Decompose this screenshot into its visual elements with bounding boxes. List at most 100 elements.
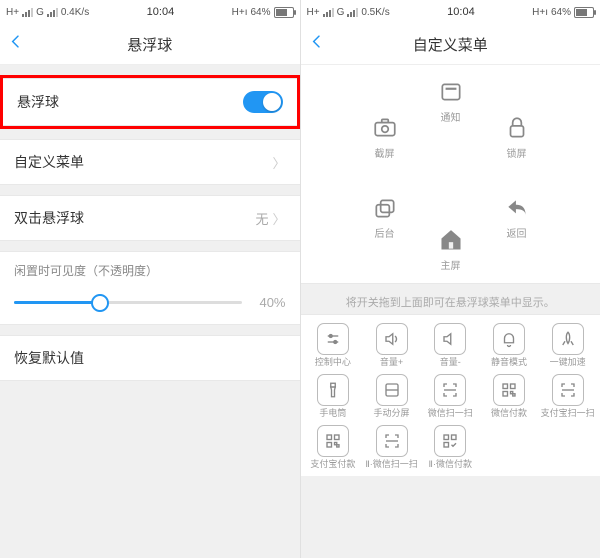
grid-label: 支付宝付款 bbox=[310, 460, 355, 470]
status-bar: H+ G 0.5K/s 10:04 H+ı 64% bbox=[301, 0, 600, 24]
signal2-icon bbox=[47, 7, 58, 17]
radial-item-home[interactable]: 主屏 bbox=[427, 225, 475, 272]
grid-label: 一键加速 bbox=[550, 358, 586, 368]
qr-scan-icon bbox=[376, 425, 408, 457]
toggle-row-floatball[interactable]: 悬浮球 bbox=[3, 79, 297, 125]
radial-item-lock[interactable]: 锁屏 bbox=[493, 113, 541, 160]
radial-item-back[interactable]: 返回 bbox=[493, 193, 541, 240]
grid-item[interactable]: Ⅱ·微信扫一扫 bbox=[363, 425, 420, 470]
grid-label: 手动分屏 bbox=[374, 409, 410, 419]
radial-item-notify[interactable]: 通知 bbox=[427, 77, 475, 124]
back-button[interactable] bbox=[8, 34, 24, 55]
back-button[interactable] bbox=[309, 34, 325, 55]
grid-item[interactable]: 控制中心 bbox=[305, 323, 362, 368]
row-double-tap[interactable]: 双击悬浮球 无 〉 bbox=[0, 196, 300, 240]
hplus-icon: H+ı bbox=[532, 7, 548, 18]
grid-label: 手电筒 bbox=[319, 409, 346, 419]
status-right: H+ı 64% bbox=[532, 7, 594, 18]
grid-label: 微信付款 bbox=[491, 409, 527, 419]
battery-pct: 64% bbox=[551, 7, 571, 18]
slider-title: 闲置时可见度（不透明度） bbox=[14, 262, 286, 279]
hplus-icon: H+ı bbox=[232, 7, 248, 18]
right-content: 通知 截屏 锁屏 后台 返回 bbox=[301, 65, 600, 558]
chevron-right-icon: 〉 bbox=[272, 209, 285, 228]
camera-icon bbox=[370, 113, 400, 143]
grid-label: 音量- bbox=[440, 358, 461, 368]
reply-icon bbox=[502, 193, 532, 223]
page-title: 自定义菜单 bbox=[413, 34, 488, 55]
signal2-icon bbox=[347, 7, 358, 17]
status-right: H+ı 64% bbox=[232, 7, 294, 18]
qr-code-icon bbox=[317, 425, 349, 457]
flashlight-icon bbox=[317, 374, 349, 406]
radial-label: 截屏 bbox=[375, 145, 395, 160]
home-icon bbox=[436, 225, 466, 255]
grid-label: 控制中心 bbox=[315, 358, 351, 368]
screenshots-pair: H+ G 0.4K/s 10:04 H+ı 64% 悬浮球 悬浮球 bbox=[0, 0, 600, 558]
phone-left: H+ G 0.4K/s 10:04 H+ı 64% 悬浮球 悬浮球 bbox=[0, 0, 300, 558]
toggle-label: 悬浮球 bbox=[17, 92, 59, 112]
bell-icon bbox=[493, 323, 525, 355]
lock-icon bbox=[502, 113, 532, 143]
split-screen-icon bbox=[376, 374, 408, 406]
grid-item[interactable]: 支付宝扫一扫 bbox=[539, 374, 596, 419]
grid-item[interactable]: Ⅱ·微信付款 bbox=[422, 425, 479, 470]
qr-code-icon bbox=[493, 374, 525, 406]
row-custom-menu[interactable]: 自定义菜单 〉 bbox=[0, 140, 300, 184]
status-time: 10:04 bbox=[89, 6, 231, 18]
netspeed-label: 0.4K/s bbox=[61, 7, 89, 18]
chevron-right-icon: 〉 bbox=[272, 153, 285, 172]
row-label: 自定义菜单 bbox=[14, 152, 84, 172]
grid-item[interactable]: 音量+ bbox=[363, 323, 420, 368]
switch-on[interactable] bbox=[243, 91, 283, 113]
title-bar: 悬浮球 bbox=[0, 24, 300, 65]
radial-label: 锁屏 bbox=[507, 145, 527, 160]
slider-fill bbox=[14, 301, 100, 304]
netspeed-label: 0.5K/s bbox=[361, 7, 389, 18]
qr-scan-icon bbox=[552, 374, 584, 406]
drag-hint: 将开关拖到上面即可在悬浮球菜单中显示。 bbox=[301, 284, 600, 314]
status-left: H+ G 0.4K/s bbox=[6, 7, 89, 18]
slider-thumb[interactable] bbox=[91, 294, 109, 312]
row-restore-defaults[interactable]: 恢复默认值 bbox=[0, 336, 300, 380]
net-icon: H+ bbox=[6, 7, 19, 18]
radial-item-screenshot[interactable]: 截屏 bbox=[361, 113, 409, 160]
volume-up-icon bbox=[376, 323, 408, 355]
grid-label: Ⅱ·微信扫一扫 bbox=[365, 460, 417, 470]
grid-item[interactable]: 一键加速 bbox=[539, 323, 596, 368]
battery-icon bbox=[574, 7, 594, 18]
shortcut-grid: 控制中心 音量+ 音量- 静音模式 一键加速 手电筒 手动分屏 微信扫一扫 微信… bbox=[301, 314, 600, 476]
phone-right: H+ G 0.5K/s 10:04 H+ı 64% 自定义菜单 bbox=[300, 0, 600, 558]
status-time: 10:04 bbox=[390, 6, 532, 18]
title-bar: 自定义菜单 bbox=[301, 24, 600, 65]
grid-item[interactable]: 音量- bbox=[422, 323, 479, 368]
signal-icon bbox=[22, 7, 33, 17]
grid-item[interactable]: 微信付款 bbox=[481, 374, 538, 419]
opacity-slider-box: 闲置时可见度（不透明度） 40% bbox=[0, 251, 300, 325]
grid-item[interactable]: 手动分屏 bbox=[363, 374, 420, 419]
row-label: 恢复默认值 bbox=[14, 348, 84, 368]
slider-value: 40% bbox=[252, 295, 286, 310]
page-title: 悬浮球 bbox=[127, 34, 172, 55]
grid-item[interactable]: 手电筒 bbox=[305, 374, 362, 419]
battery-pct: 64% bbox=[250, 7, 270, 18]
grid-label: 音量+ bbox=[380, 358, 403, 368]
grid-item[interactable]: 微信扫一扫 bbox=[422, 374, 479, 419]
carrier-label: G bbox=[337, 7, 345, 18]
grid-label: 微信扫一扫 bbox=[428, 409, 473, 419]
radial-label: 返回 bbox=[507, 225, 527, 240]
stack-icon bbox=[370, 193, 400, 223]
radial-label: 后台 bbox=[375, 225, 395, 240]
grid-label: 静音模式 bbox=[491, 358, 527, 368]
qr-check-icon bbox=[434, 425, 466, 457]
grid-item[interactable]: 支付宝付款 bbox=[305, 425, 362, 470]
radial-item-recents[interactable]: 后台 bbox=[361, 193, 409, 240]
net-icon: H+ bbox=[307, 7, 320, 18]
grid-item[interactable]: 静音模式 bbox=[481, 323, 538, 368]
opacity-slider[interactable] bbox=[14, 301, 242, 304]
highlighted-row: 悬浮球 bbox=[0, 75, 300, 129]
rocket-icon bbox=[552, 323, 584, 355]
signal-icon bbox=[323, 7, 334, 17]
battery-icon bbox=[274, 7, 294, 18]
sliders-icon bbox=[317, 323, 349, 355]
